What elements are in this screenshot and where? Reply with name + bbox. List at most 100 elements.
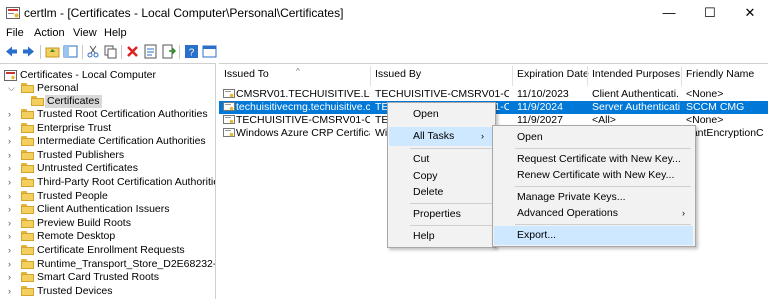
folder-icon [21,109,34,119]
menu-action[interactable]: Action [34,27,65,39]
folder-icon [21,245,34,255]
chevron-right-icon[interactable]: › [8,135,16,147]
menu-item-label: Renew Certificate with New Key... [517,169,675,181]
chevron-right-icon[interactable]: › [8,190,16,202]
chevron-right-icon[interactable]: › [8,230,16,242]
chevron-right-icon[interactable]: › [8,149,16,161]
maximize-button[interactable]: ☐ [695,4,725,22]
forward-icon[interactable] [21,44,36,59]
certificate-icon [223,115,235,124]
console-icon[interactable] [202,44,217,59]
chevron-right-icon[interactable]: › [8,217,16,229]
tree-label: Runtime_Transport_Store_D2E68232-6F4D-45… [37,257,215,270]
title-bar: certlm - [Certificates - Local Computer\… [0,0,768,26]
menu-item-label: Export... [517,229,557,241]
table-cell: TECHUISITIVE-CMSRV01-CA [375,88,509,100]
submenu-advanced-operations[interactable]: Advanced Operations › [494,204,693,223]
folder-icon [21,190,34,201]
toolbar: ? [0,42,768,62]
chevron-right-icon[interactable]: › [8,108,16,120]
column-divider[interactable] [587,66,588,86]
certificate-icon [223,102,235,111]
svg-text:?: ? [189,48,195,59]
submenu-renew-certificate[interactable]: Renew Certificate with New Key... [494,166,693,185]
chevron-right-icon[interactable]: › [8,271,16,283]
tree-label: Smart Card Trusted Roots [37,271,159,284]
table-cell: <None> [686,114,724,126]
column-header-purposes[interactable]: Intended Purposes [592,68,680,80]
folder-icon [21,122,34,133]
chevron-right-icon[interactable]: › [8,176,16,188]
tree-label: Certificate Enrollment Requests [37,244,185,256]
menu-file[interactable]: File [6,27,24,39]
folder-icon [31,96,44,106]
tree-label: Intermediate Certification Authorities [37,135,206,148]
all-tasks-submenu: Open Request Certificate with New Key...… [492,125,696,247]
console-tree: Certificates - Local Computer ⌵ Personal… [0,63,216,299]
column-header-issued-to[interactable]: Issued To ^ [224,67,300,80]
submenu-open[interactable]: Open [494,128,693,147]
tree-label: Trusted Root Certification Authorities [37,108,208,120]
context-menu-help[interactable]: Help [389,227,493,246]
folder-icon [21,285,34,296]
menu-help[interactable]: Help [104,27,127,39]
close-button[interactable]: ✕ [735,4,765,22]
certificate-store-icon [4,70,17,81]
back-icon[interactable] [4,44,19,59]
context-menu-open[interactable]: Open [389,105,493,124]
table-cell: Server Authenticati... [592,101,680,113]
folder-open-icon [21,83,34,93]
table-cell: nantEncryptionC [686,127,764,139]
context-menu: Open All Tasks › Cut Copy Delete Propert… [387,102,496,248]
table-cell: techuisitivecmg.techuisitive.com [236,101,370,113]
menu-view[interactable]: View [73,27,97,39]
chevron-down-icon[interactable]: ⌵ [8,82,16,94]
certificate-icon [223,128,235,137]
menu-separator [515,148,691,149]
folder-icon [21,177,34,187]
column-header-friendly-name[interactable]: Friendly Name [686,68,754,80]
cut-icon[interactable] [86,44,101,59]
table-cell: TECHUISITIVE-CMSRV01-CA [236,114,370,126]
table-row[interactable]: CMSRV01.TECHUISITIVE.LOCAL TECHUISITIVE-C… [219,88,768,101]
show-hide-tree-icon[interactable] [63,44,78,59]
up-folder-icon[interactable] [45,44,60,59]
chevron-right-icon[interactable]: › [8,162,16,174]
context-menu-delete[interactable]: Delete [389,183,493,202]
menu-item-label: Advanced Operations [517,207,618,219]
folder-icon [21,204,34,215]
submenu-export[interactable]: Export... [494,226,693,245]
chevron-right-icon[interactable]: › [8,285,16,297]
tree-label: Trusted People [37,189,108,202]
minimize-button[interactable]: — [654,4,684,22]
menu-item-label: Open [517,131,543,143]
certificate-icon [223,89,235,98]
copy-icon[interactable] [103,44,118,59]
menu-separator [515,224,691,225]
column-divider[interactable] [512,66,513,86]
chevron-right-icon[interactable]: › [8,122,16,134]
delete-icon[interactable] [125,44,140,59]
column-header-expiration[interactable]: Expiration Date [517,68,589,80]
menu-item-label: Open [413,108,439,120]
menu-item-label: Properties [413,208,461,220]
column-header-issued-by[interactable]: Issued By [375,68,421,80]
menu-item-label: All Tasks [413,130,455,142]
folder-icon [21,258,34,269]
tree-label: Certificates [45,95,102,108]
context-menu-all-tasks[interactable]: All Tasks › [389,127,493,146]
column-divider[interactable] [681,66,682,86]
table-cell: 11/9/2024 [517,101,563,113]
chevron-right-icon[interactable]: › [8,258,16,270]
tree-label: Third-Party Root Certification Authoriti… [37,176,216,188]
column-divider[interactable] [370,66,371,86]
toolbar-separator [121,45,122,59]
properties-icon[interactable] [143,44,158,59]
export-list-icon[interactable] [161,44,176,59]
chevron-right-icon[interactable]: › [8,244,16,256]
toolbar-separator [179,45,180,59]
help-icon[interactable]: ? [184,44,199,59]
tree-label: Personal [37,82,79,94]
context-menu-properties[interactable]: Properties [389,205,493,224]
chevron-right-icon[interactable]: › [8,203,16,215]
